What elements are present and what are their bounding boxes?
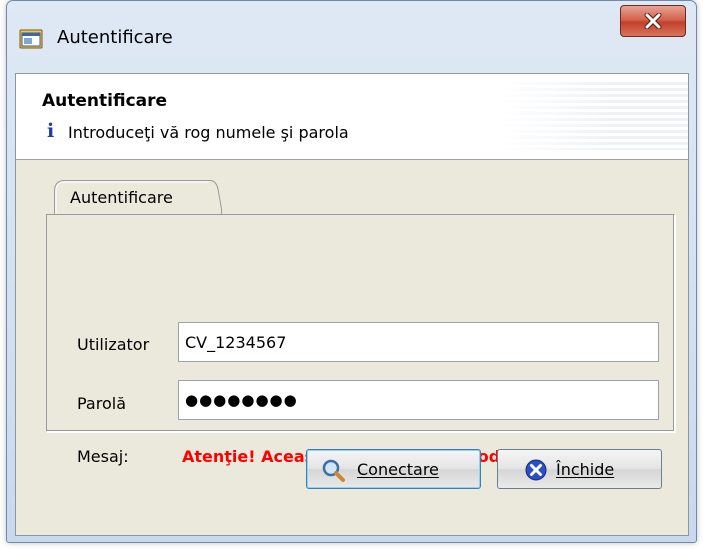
info-icon: i <box>47 120 55 142</box>
tab-label: Autentificare <box>70 188 173 207</box>
dialog-body: Autentificare i Introduceţi vă rog numel… <box>15 73 689 536</box>
tab-panel: Utilizator Parolă ●●●●●●●● Mesaj: Atenţi… <box>46 214 675 466</box>
connect-button-label: Conectare <box>357 460 439 479</box>
close-icon <box>644 13 662 29</box>
connect-button[interactable]: Conectare <box>306 449 481 489</box>
password-dots: ●●●●●●●● <box>185 391 298 409</box>
user-label: Utilizator <box>77 335 150 354</box>
username-input[interactable] <box>178 322 659 362</box>
close-circle-icon <box>525 459 547 481</box>
header-subtitle: Introduceţi vă rog numele şi parola <box>68 123 349 142</box>
header-panel: Autentificare i Introduceţi vă rog numel… <box>16 74 688 160</box>
window-close-button[interactable] <box>620 5 686 37</box>
login-window: Autentificare Autentificare i Introduceţ… <box>6 0 697 543</box>
header-title: Autentificare <box>42 91 168 111</box>
app-window-icon <box>19 29 43 49</box>
close-dialog-button-label: Închide <box>556 460 615 479</box>
close-dialog-button[interactable]: Închide <box>497 449 662 489</box>
title-bar[interactable]: Autentificare <box>7 1 696 73</box>
magnifier-icon <box>322 459 345 482</box>
password-input[interactable]: ●●●●●●●● <box>178 380 659 420</box>
tab-autentificare[interactable]: Autentificare <box>54 179 222 215</box>
message-label: Mesaj: <box>77 447 129 466</box>
window-title: Autentificare <box>57 27 173 48</box>
password-label: Parolă <box>77 394 126 413</box>
header-decoration <box>498 82 688 150</box>
